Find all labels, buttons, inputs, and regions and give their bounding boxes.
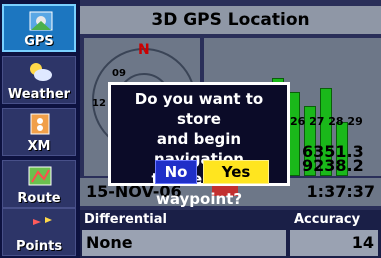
tab-label: Points xyxy=(15,239,63,254)
satellite-label: 12 xyxy=(92,98,106,109)
time-value: 1:37:37 xyxy=(306,182,375,201)
differential-label: Differential xyxy=(84,212,167,227)
gps-screen: GPS Weather XM Route Points 3D GPS Locat… xyxy=(0,0,381,258)
weather-icon xyxy=(27,61,53,83)
points-icon xyxy=(27,213,53,235)
page-title: 3D GPS Location xyxy=(80,6,381,34)
dialog-line: Do you want to store xyxy=(134,90,264,128)
no-button[interactable]: No xyxy=(155,160,197,184)
tab-label: GPS xyxy=(24,34,54,49)
tab-points[interactable]: Points xyxy=(2,208,76,256)
sidebar: GPS Weather XM Route Points xyxy=(0,0,80,258)
tab-label: Route xyxy=(17,191,61,206)
satellite-label: 09 xyxy=(112,68,126,79)
xm-radio-icon xyxy=(27,113,53,135)
status-fields: Differential Accuracy None 14 xyxy=(80,210,381,258)
tab-label: Weather xyxy=(7,87,71,102)
north-label: N xyxy=(138,42,150,58)
tab-route[interactable]: Route xyxy=(2,160,76,208)
tab-xm[interactable]: XM xyxy=(2,108,76,156)
yes-button[interactable]: Yes xyxy=(203,160,269,184)
differential-field: None xyxy=(82,230,286,256)
longitude-value: 9238.2 xyxy=(302,156,364,175)
mob-confirmation-dialog: Do you want to store and begin navigatio… xyxy=(108,82,290,208)
accuracy-label: Accuracy xyxy=(294,212,361,227)
route-icon xyxy=(27,165,53,187)
tab-label: XM xyxy=(27,139,51,154)
satellite-icon xyxy=(28,10,54,32)
accuracy-field: 14 xyxy=(290,230,378,256)
satellite-numbers: 26 27 28 29 xyxy=(290,115,363,128)
tab-weather[interactable]: Weather xyxy=(2,56,76,104)
tab-gps[interactable]: GPS xyxy=(2,4,76,52)
dialog-message: Do you want to store and begin navigatio… xyxy=(115,89,283,209)
